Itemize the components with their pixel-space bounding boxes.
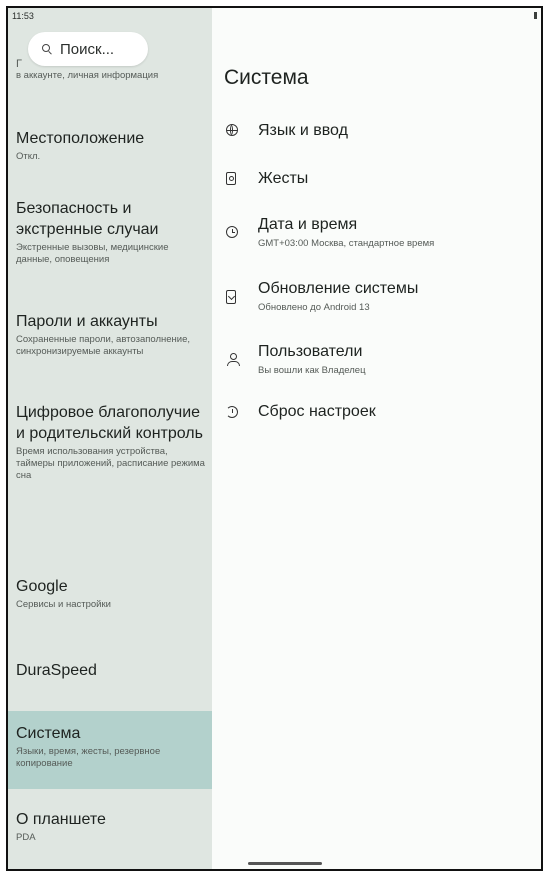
- gesture-icon: [226, 172, 236, 185]
- sidebar-item-title: Безопасность и экстренные случаи: [16, 200, 159, 238]
- reset-icon: [226, 406, 238, 418]
- row-title: Сброс настроек: [258, 403, 376, 420]
- search-button[interactable]: Поиск...: [28, 32, 148, 66]
- sidebar-item-subtitle: Сохраненные пароли, автозаполнение, синх…: [16, 334, 190, 357]
- sidebar-item-passwords-accounts[interactable]: Пароли и аккаунты Сохраненные пароли, ав…: [8, 311, 212, 358]
- sidebar-item-google[interactable]: Google Сервисы и настройки: [8, 576, 212, 611]
- sidebar-item-title: Пароли и аккаунты: [16, 313, 158, 330]
- clock-icon: [226, 226, 238, 238]
- row-title: Язык и ввод: [258, 122, 348, 139]
- row-title: Жесты: [258, 170, 309, 187]
- sidebar-item-system[interactable]: Система Языки, время, жесты, резервное к…: [8, 711, 212, 789]
- settings-row-system-update[interactable]: Обновление системы Обновлено до Android …: [212, 278, 541, 328]
- settings-sidebar: 11:53 Г в аккаунте, личная информация По…: [8, 8, 212, 869]
- sidebar-item-subtitle: Время использования устройства, таймеры …: [16, 446, 205, 481]
- row-subtitle: Обновлено до Android 13: [258, 302, 370, 313]
- sidebar-item-duraspeed[interactable]: DuraSpeed: [8, 660, 212, 681]
- sidebar-item-title: О планшете: [16, 811, 106, 828]
- sidebar-item-partial-title: Г: [16, 58, 22, 70]
- sidebar-item-subtitle: PDA: [16, 832, 36, 843]
- sidebar-item-partial-subtitle: в аккаунте, личная информация: [16, 70, 159, 81]
- page-title: Система: [224, 66, 309, 89]
- globe-icon: [226, 124, 238, 136]
- sidebar-item-digital-wellbeing[interactable]: Цифровое благополучие и родительский кон…: [8, 402, 212, 482]
- settings-row-reset[interactable]: Сброс настроек: [212, 400, 541, 440]
- sidebar-item-location[interactable]: Местоположение Откл.: [8, 128, 212, 163]
- battery-icon: [534, 12, 537, 19]
- system-update-icon: [226, 290, 236, 304]
- settings-row-gestures[interactable]: Жесты: [212, 166, 541, 206]
- sidebar-item-subtitle: Сервисы и настройки: [16, 599, 111, 610]
- sidebar-item-subtitle: Языки, время, жесты, резервное копирован…: [16, 746, 161, 769]
- settings-window: 11:53 Г в аккаунте, личная информация По…: [6, 6, 543, 871]
- settings-row-language-input[interactable]: Язык и ввод: [212, 118, 541, 158]
- users-icon: [226, 353, 240, 367]
- sidebar-item-subtitle: Экстренные вызовы, медицинские данные, о…: [16, 242, 169, 265]
- navigation-handle[interactable]: [248, 862, 322, 865]
- search-label: Поиск...: [60, 40, 115, 58]
- settings-row-date-time[interactable]: Дата и время GMT+03:00 Москва, стандартн…: [212, 214, 541, 264]
- status-time: 11:53: [12, 11, 34, 21]
- search-icon: [42, 44, 52, 54]
- sidebar-item-title: Google: [16, 578, 68, 595]
- row-subtitle: GMT+03:00 Москва, стандартное время: [258, 238, 435, 249]
- row-title: Дата и время: [258, 216, 358, 233]
- sidebar-item-title: DuraSpeed: [16, 662, 97, 679]
- sidebar-item-safety[interactable]: Безопасность и экстренные случаи Экстрен…: [8, 198, 212, 266]
- row-title: Пользователи: [258, 343, 363, 360]
- settings-detail-pane: Система Язык и ввод Жесты Дата и время G…: [212, 8, 541, 869]
- sidebar-item-subtitle: Откл.: [16, 151, 41, 162]
- sidebar-item-title: Цифровое благополучие и родительский кон…: [16, 404, 203, 442]
- sidebar-item-about-tablet[interactable]: О планшете PDA: [8, 809, 212, 844]
- row-subtitle: Вы вошли как Владелец: [258, 365, 366, 376]
- sidebar-item-title: Местоположение: [16, 130, 145, 147]
- sidebar-item-title: Система: [16, 725, 81, 742]
- row-title: Обновление системы: [258, 280, 419, 297]
- settings-row-users[interactable]: Пользователи Вы вошли как Владелец: [212, 341, 541, 391]
